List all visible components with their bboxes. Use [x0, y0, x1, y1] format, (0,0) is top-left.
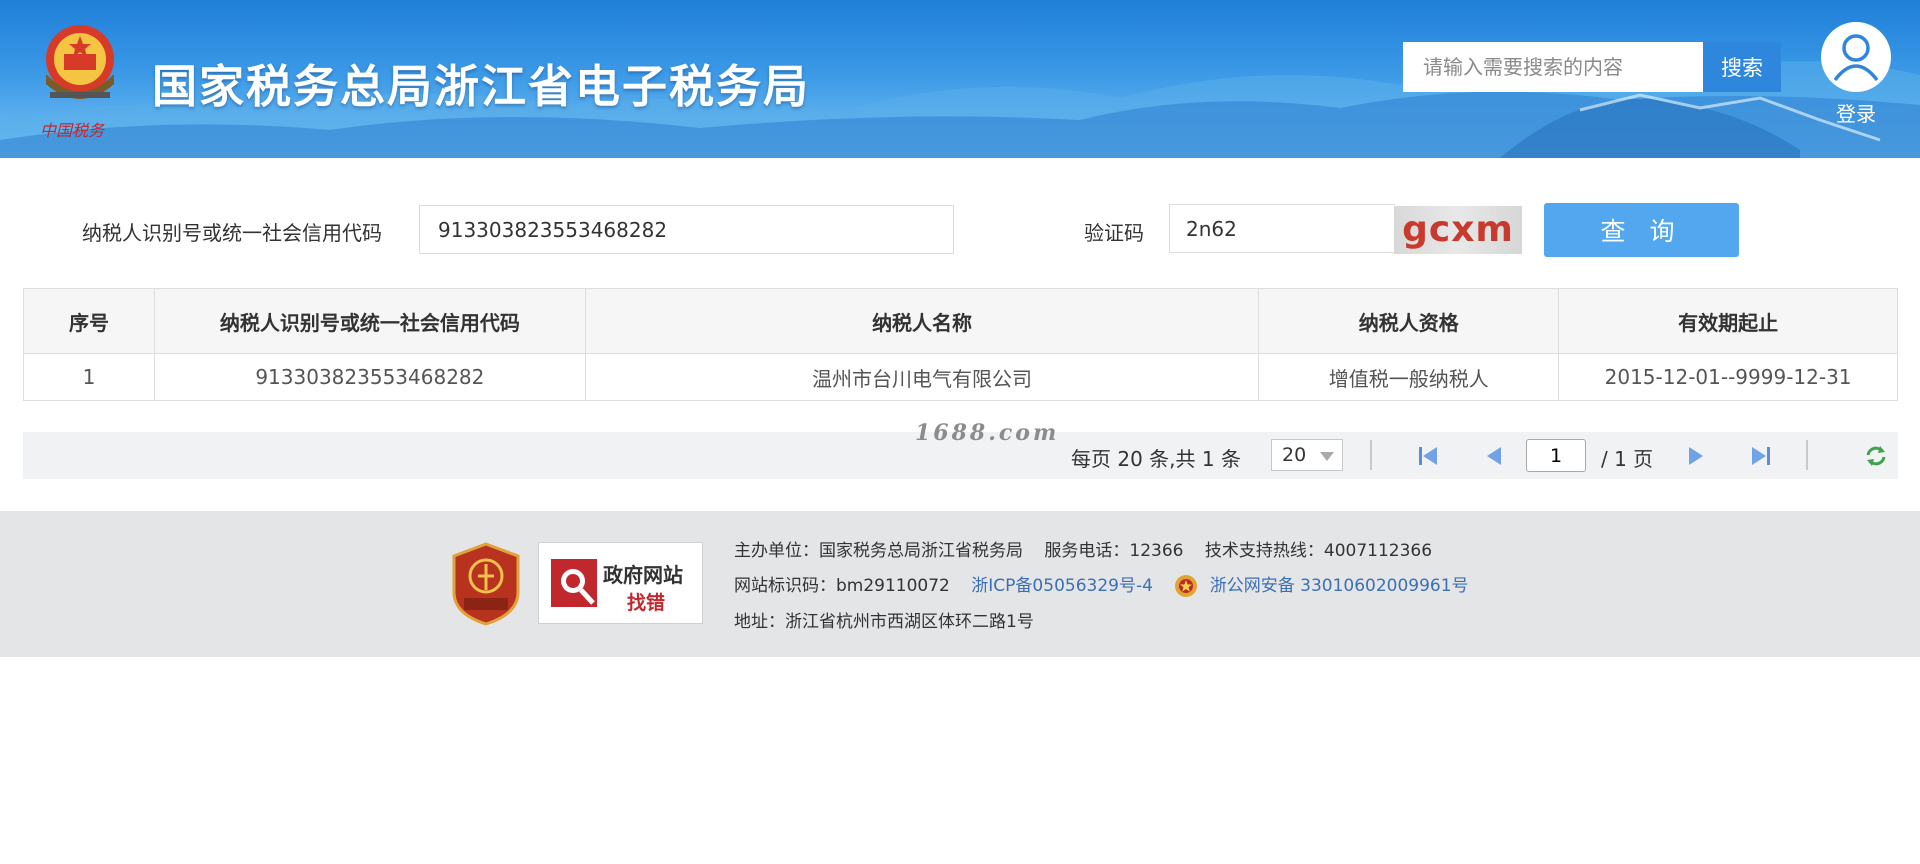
total-pages: / 1 页	[1601, 447, 1654, 471]
tax-id-label: 纳税人识别号或统一社会信用代码	[82, 221, 382, 245]
login-button[interactable]: 登录	[1818, 22, 1894, 127]
footer-line-2: 网站标识码：bm29110072 浙ICP备05056329号-4 浙公网安备 …	[734, 571, 1485, 598]
watermark: 1688.com	[915, 420, 1060, 446]
captcha-input[interactable]	[1169, 204, 1395, 253]
footer-address: 地址：浙江省杭州市西湖区体环二路1号	[734, 612, 1034, 632]
search-button[interactable]: 搜索	[1703, 42, 1781, 92]
pagination-bar: 1688.com 每页 20 条,共 1 条 20 / 1 页	[23, 420, 1898, 479]
table-header-row: 序号 纳税人识别号或统一社会信用代码 纳税人名称 纳税人资格 有效期起止	[23, 288, 1898, 354]
table-row[interactable]: 1 913303823553468282 温州市台川电气有限公司 增值税一般纳税…	[23, 353, 1898, 401]
party-org-badge-icon[interactable]	[450, 542, 522, 626]
footer-line-1: 主办单位：国家税务总局浙江省税务局 服务电话：12366 技术支持热线：4007…	[734, 536, 1448, 561]
captcha-image[interactable]: gcxm	[1394, 206, 1522, 254]
footer-site-id: 网站标识码：bm29110072	[734, 576, 950, 596]
badge-subtitle: 找错	[627, 592, 666, 614]
captcha-label: 验证码	[1084, 221, 1144, 245]
col-header-index: 序号	[23, 288, 155, 354]
divider	[1806, 440, 1808, 470]
col-header-tax-id: 纳税人识别号或统一社会信用代码	[153, 288, 586, 354]
site-title: 国家税务总局浙江省电子税务局	[152, 60, 811, 113]
magnifier-icon	[551, 559, 597, 607]
gov-site-error-report-badge[interactable]: 政府网站 找错	[538, 542, 703, 624]
login-label: 登录	[1836, 102, 1876, 126]
page-size-value: 20	[1282, 444, 1307, 466]
national-emblem-icon: 中国税务	[40, 25, 114, 140]
cell-index: 1	[23, 353, 155, 401]
footer-host: 主办单位：国家税务总局浙江省税务局	[734, 541, 1023, 561]
icp-link[interactable]: 浙ICP备05056329号-4	[971, 576, 1153, 596]
footer-line-3: 地址：浙江省杭州市西湖区体环二路1号	[734, 607, 1050, 632]
footer-tech-hotline: 技术支持热线：4007112366	[1204, 541, 1433, 561]
divider	[1370, 440, 1372, 470]
next-page-icon[interactable]	[1683, 443, 1709, 469]
user-avatar-icon	[1821, 22, 1891, 92]
last-page-icon[interactable]	[1748, 443, 1774, 469]
refresh-icon[interactable]	[1863, 443, 1889, 469]
cell-qualification: 增值税一般纳税人	[1258, 353, 1560, 401]
cell-validity: 2015-12-01--9999-12-31	[1558, 353, 1898, 401]
tax-id-input[interactable]	[419, 205, 954, 254]
col-header-qualification: 纳税人资格	[1258, 288, 1560, 354]
query-button[interactable]: 查 询	[1544, 203, 1739, 257]
col-header-validity: 有效期起止	[1558, 288, 1898, 354]
cell-name: 温州市台川电气有限公司	[584, 353, 1260, 401]
chevron-down-icon	[1320, 452, 1334, 461]
page-size-select[interactable]: 20	[1271, 439, 1343, 471]
pagination-summary: 每页 20 条,共 1 条	[1071, 447, 1241, 471]
prev-page-icon[interactable]	[1481, 443, 1507, 469]
site-footer: 政府网站 找错 主办单位：国家税务总局浙江省税务局 服务电话：12366 技术支…	[0, 511, 1920, 657]
result-table: 序号 纳税人识别号或统一社会信用代码 纳税人名称 纳税人资格 有效期起止 1 9…	[23, 288, 1898, 401]
search-input[interactable]	[1403, 42, 1703, 92]
site-header: 中国税务 国家税务总局浙江省电子税务局 搜索 登录	[0, 0, 1920, 158]
police-record-link[interactable]: 浙公网安备 33010602009961号	[1210, 576, 1469, 596]
svg-text:中国税务: 中国税务	[40, 121, 106, 140]
first-page-icon[interactable]	[1415, 443, 1441, 469]
police-badge-icon	[1175, 575, 1198, 597]
footer-service-phone: 服务电话：12366	[1044, 541, 1184, 561]
page-number-input[interactable]	[1526, 439, 1586, 472]
cell-tax-id: 913303823553468282	[153, 353, 586, 401]
badge-title: 政府网站	[603, 563, 683, 587]
col-header-name: 纳税人名称	[584, 288, 1260, 354]
